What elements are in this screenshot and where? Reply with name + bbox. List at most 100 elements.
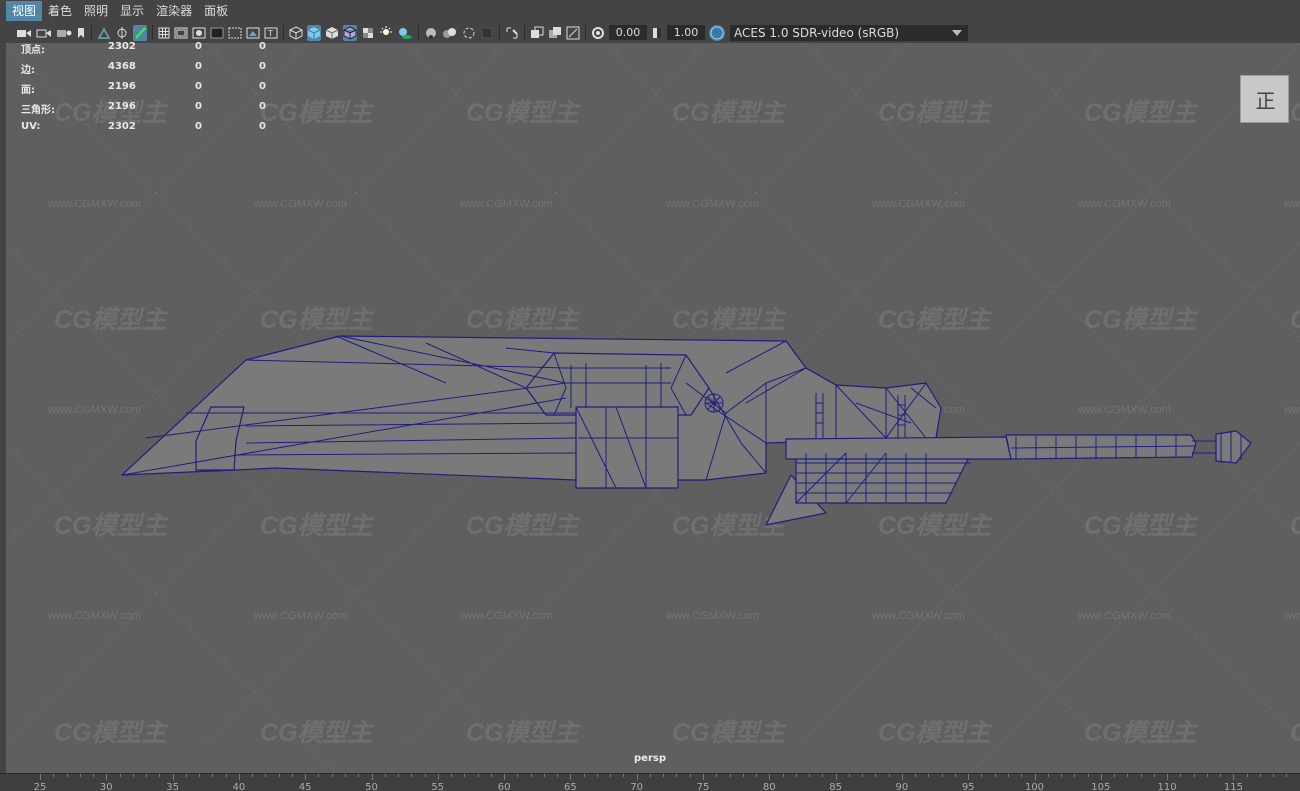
menu-lighting[interactable]: 照明 [78, 1, 114, 21]
pencil-icon[interactable] [133, 24, 147, 41]
bookmark-icon[interactable] [76, 25, 86, 41]
frame-tick [610, 774, 612, 777]
pivot-icon[interactable] [115, 25, 129, 41]
frame-tick [875, 774, 877, 777]
frame-tick [835, 774, 837, 780]
frame-tick [1233, 774, 1235, 780]
hud-row-faces: 面: 2196 0 0 [15, 81, 275, 101]
frame-tick [291, 774, 293, 777]
frame-tick [981, 774, 983, 777]
frame-tick [504, 774, 506, 780]
lower-body [795, 452, 972, 504]
frame-tick [795, 774, 797, 777]
image-plane-icon[interactable] [97, 25, 111, 41]
hud-label: 三角形: [21, 105, 55, 116]
frame-tick [928, 774, 930, 777]
film-gate-icon[interactable] [174, 25, 188, 41]
view-cube[interactable]: 正 [1240, 75, 1289, 123]
frame-tick [1167, 774, 1169, 780]
frame-tick [1220, 774, 1222, 777]
svg-text:T: T [267, 29, 273, 38]
frame-tick [848, 774, 850, 777]
menu-panels[interactable]: 面板 [198, 1, 234, 21]
frame-tick [636, 774, 638, 780]
perspective-viewport[interactable]: CG模型主 CG模型主 CG模型主 CG模型主 CG模型主 CG模型主 CG模型主 CG模型主… [6, 43, 1300, 773]
frame-tick [159, 774, 161, 777]
gate-mask-icon[interactable] [210, 25, 224, 41]
frame-tick [106, 774, 108, 780]
default-material-icon[interactable] [325, 25, 339, 41]
frame-tick [318, 774, 320, 777]
isolate-icon[interactable] [505, 25, 519, 41]
wireframe-on-shaded-icon[interactable] [343, 24, 357, 41]
frame-tick [1127, 774, 1129, 777]
toolbar-separator [585, 25, 586, 40]
frame-tick [517, 774, 519, 777]
hud-value: 2302 [108, 41, 136, 52]
frame-tick [941, 774, 943, 777]
frame-tick [1100, 774, 1102, 780]
weapon-mesh [121, 335, 1252, 526]
hud-value: 0 [195, 101, 202, 112]
menu-view[interactable]: 视图 [6, 1, 43, 21]
hud-value: 2196 [108, 101, 136, 112]
frame-tick [954, 774, 956, 777]
field-chart-icon[interactable] [228, 25, 242, 41]
frame-tick [199, 774, 201, 777]
frame-tick [1273, 774, 1275, 777]
menu-renderer[interactable]: 渲染器 [150, 1, 198, 21]
frame-tick [703, 774, 704, 780]
frame-tick [782, 774, 784, 777]
wireframe-icon[interactable] [289, 25, 303, 41]
use-lights-icon[interactable] [379, 25, 393, 41]
depth-of-field-icon[interactable] [480, 25, 494, 41]
camera-icon[interactable] [16, 25, 32, 41]
frame-tick [212, 774, 214, 777]
color-space-dropdown[interactable]: ACES 1.0 SDR-video (sRGB) [730, 24, 968, 41]
hud-value: 0 [195, 41, 202, 52]
toolbar-separator [418, 25, 419, 40]
menu-shading[interactable]: 着色 [42, 1, 78, 21]
screen-space-ao-icon[interactable] [424, 25, 438, 41]
grid-icon[interactable] [158, 25, 170, 41]
smooth-shade-icon[interactable] [307, 24, 321, 41]
frame-tick [53, 774, 55, 777]
xray-icon[interactable] [530, 25, 544, 41]
gamma-icon[interactable] [651, 25, 663, 41]
backface-icon[interactable] [566, 25, 580, 41]
resolution-gate-icon[interactable] [192, 25, 206, 41]
frame-tick [596, 774, 598, 777]
anti-alias-icon[interactable] [462, 25, 476, 41]
xray-joints-icon[interactable] [548, 25, 562, 41]
frame-tick [358, 774, 360, 777]
time-slider[interactable]: 25 30 35 40 45 50 55 60 65 70 75 80 85 90 95 100 105 110 1… [0, 773, 1300, 791]
shadows-icon[interactable] [397, 25, 413, 41]
frame-tick [663, 774, 665, 777]
safe-action-icon[interactable] [246, 25, 260, 41]
guard-block [575, 406, 679, 489]
frame-tick [40, 774, 41, 780]
frame-tick [238, 774, 240, 780]
toolbar-separator [499, 25, 500, 40]
frame-tick [994, 774, 996, 777]
camera-lock-icon[interactable] [56, 25, 72, 41]
frame-tick [464, 774, 466, 777]
hud-value: 0 [259, 81, 266, 92]
exposure-icon[interactable] [591, 25, 605, 41]
hud-row-triangles: 三角形: 2196 0 0 [15, 101, 275, 121]
exposure-field[interactable]: 0.00 [609, 25, 647, 40]
safe-title-icon[interactable]: T [264, 25, 278, 41]
colorspace-icon[interactable] [709, 24, 725, 41]
hud-value: 0 [259, 61, 266, 72]
hud-value: 2196 [108, 81, 136, 92]
gamma-field[interactable]: 1.00 [667, 25, 705, 40]
frame-tick [557, 774, 559, 777]
motion-blur-icon[interactable] [442, 25, 458, 41]
camera-attributes-icon[interactable] [36, 25, 52, 41]
textured-icon[interactable] [361, 25, 375, 41]
frame-tick [676, 774, 678, 777]
frame-tick [477, 774, 479, 777]
frame-tick [649, 774, 651, 777]
frame-tick [1034, 774, 1036, 780]
menu-show[interactable]: 显示 [114, 1, 150, 21]
